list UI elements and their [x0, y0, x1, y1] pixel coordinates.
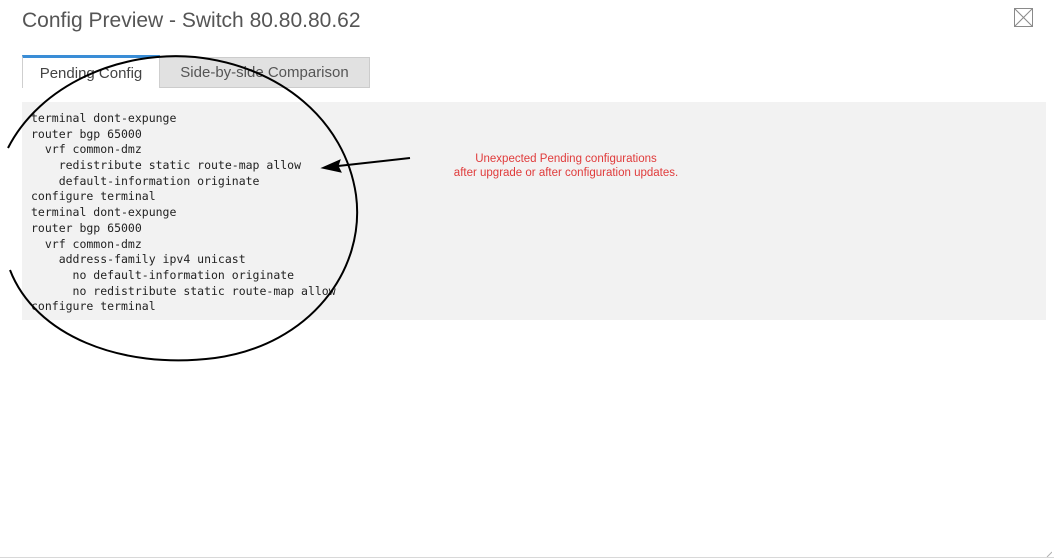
config-line: router bgp 65000 [31, 126, 142, 141]
tab-bar: Pending Config Side-by-side Comparison [22, 55, 370, 88]
config-line: configure terminal [31, 189, 156, 204]
close-button[interactable] [1014, 8, 1033, 27]
config-line: terminal dont-expunge [31, 111, 177, 125]
config-preview-panel: terminal dont-expunge router bgp 65000 v… [22, 102, 1046, 320]
tab-pending-config[interactable]: Pending Config [22, 55, 160, 88]
annotation-line-2: after upgrade or after configuration upd… [453, 167, 679, 179]
config-line: terminal dont-expunge [31, 205, 177, 220]
config-line: configure terminal [31, 299, 156, 314]
config-line: no default-information originate [31, 267, 295, 282]
resize-handle-icon[interactable] [1046, 551, 1052, 557]
close-icon [1014, 8, 1033, 27]
annotation-note: Unexpected Pending configurations after … [438, 152, 694, 180]
config-line: vrf common-dmz [31, 236, 142, 251]
tab-side-by-side-comparison[interactable]: Side-by-side Comparison [160, 57, 370, 88]
config-line: address-family ipv4 unicast [31, 252, 246, 267]
dialog-footer-divider [0, 557, 1054, 558]
config-line: no redistribute static route-map allow [31, 283, 336, 298]
dialog-title: Config Preview - Switch 80.80.80.62 [22, 9, 361, 32]
annotation-line-1: Unexpected Pending configurations [475, 153, 657, 165]
config-line: router bgp 65000 [31, 220, 142, 235]
